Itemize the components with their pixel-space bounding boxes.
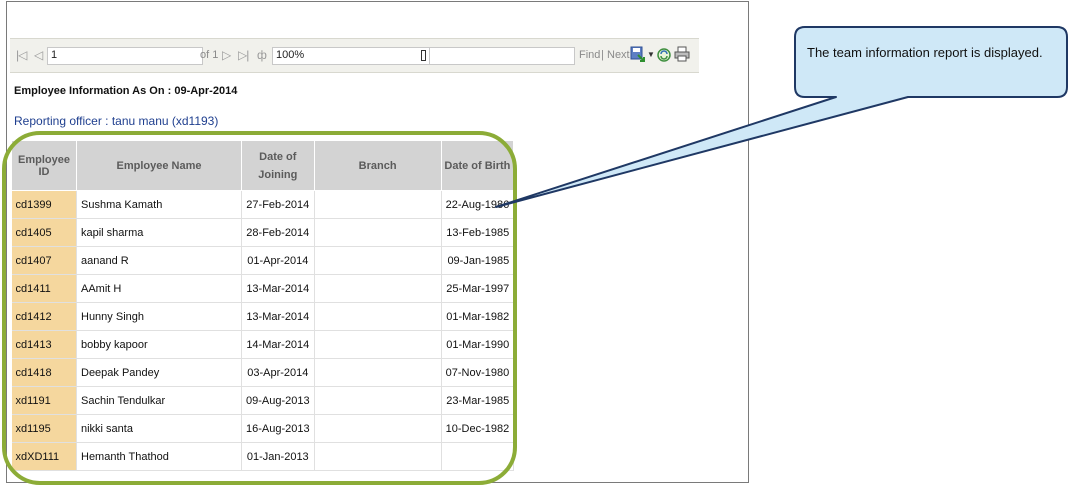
- employee-id-cell: cd1418: [11, 358, 77, 387]
- find-input[interactable]: [429, 47, 575, 65]
- date-of-birth-cell: 10-Dec-1982: [441, 414, 515, 443]
- date-of-joining-cell: 09-Aug-2013: [241, 386, 315, 415]
- reporting-officer: Reporting officer : tanu manu (xd1193): [14, 114, 219, 128]
- employee-id-cell: cd1399: [11, 190, 77, 219]
- date-of-birth-cell: 07-Nov-1980: [441, 358, 515, 387]
- date-of-birth-cell: 01-Mar-1982: [441, 302, 515, 331]
- employee-id-cell: xd1191: [11, 386, 77, 415]
- table-row: xd1195 nikki santa 16-Aug-2013 10-Dec-1982: [11, 414, 515, 443]
- next-page-icon[interactable]: ▷: [222, 48, 231, 62]
- employee-name-cell: AAmit H: [76, 274, 242, 303]
- table-header-row: Employee ID Employee Name Date of Joinin…: [11, 140, 515, 191]
- table-row: cd1407 aanand R 01-Apr-2014 09-Jan-1985: [11, 246, 515, 275]
- employee-id-cell: cd1412: [11, 302, 77, 331]
- employee-name-cell: kapil sharma: [76, 218, 242, 247]
- zoom-dropdown-handle[interactable]: [421, 50, 426, 61]
- page-count-label: of 1: [200, 49, 219, 61]
- table-row: cd1411 AAmit H 13-Mar-2014 25-Mar-1997: [11, 274, 515, 303]
- table-row: cd1413 bobby kapoor 14-Mar-2014 01-Mar-1990: [11, 330, 515, 359]
- date-of-joining-cell: 28-Feb-2014: [241, 218, 315, 247]
- first-page-icon[interactable]: |◁: [16, 48, 27, 62]
- column-header-branch: Branch: [313, 140, 442, 191]
- table-row: xdXD111 Hemanth Thathod 01-Jan-2013: [11, 442, 515, 471]
- date-of-birth-cell: 13-Feb-1985: [441, 218, 515, 247]
- column-header-date-of-birth: Date of Birth: [440, 140, 515, 191]
- report-toolbar: |◁ ◁ 1 of 1 ▷ ▷| ф 100% Find | Next ▼: [10, 38, 699, 73]
- date-of-joining-cell: 03-Apr-2014: [241, 358, 315, 387]
- date-of-joining-cell: 13-Mar-2014: [241, 302, 315, 331]
- branch-cell: [314, 246, 442, 275]
- next-link[interactable]: Next: [607, 49, 630, 61]
- date-of-joining-cell: 01-Jan-2013: [241, 442, 315, 471]
- export-icon[interactable]: [630, 45, 646, 68]
- dropdown-arrow-icon[interactable]: ▼: [647, 50, 655, 59]
- refresh-arrow-icon[interactable]: ф: [257, 48, 267, 62]
- table-row: cd1405 kapil sharma 28-Feb-2014 13-Feb-1985: [11, 218, 515, 247]
- employee-id-cell: cd1407: [11, 246, 77, 275]
- refresh-icon[interactable]: [656, 46, 672, 69]
- date-of-birth-cell: 25-Mar-1997: [441, 274, 515, 303]
- branch-cell: [314, 386, 442, 415]
- column-header-employee-id: Employee ID: [11, 140, 77, 191]
- print-icon[interactable]: [674, 45, 690, 68]
- branch-cell: [314, 302, 442, 331]
- column-header-date-of-joining: Date of Joining: [241, 140, 315, 191]
- employee-name-cell: Deepak Pandey: [76, 358, 242, 387]
- date-of-birth-cell: 22-Aug-1986: [441, 190, 515, 219]
- branch-cell: [314, 358, 442, 387]
- date-of-joining-cell: 27-Feb-2014: [241, 190, 315, 219]
- table-row: cd1412 Hunny Singh 13-Mar-2014 01-Mar-1982: [11, 302, 515, 331]
- employee-id-cell: cd1413: [11, 330, 77, 359]
- branch-cell: [314, 218, 442, 247]
- branch-cell: [314, 330, 442, 359]
- date-of-birth-cell: 23-Mar-1985: [441, 386, 515, 415]
- branch-cell: [314, 414, 442, 443]
- date-of-joining-cell: 16-Aug-2013: [241, 414, 315, 443]
- date-of-joining-cell: 13-Mar-2014: [241, 274, 315, 303]
- callout-text: The team information report is displayed…: [807, 45, 1043, 60]
- last-page-icon[interactable]: ▷|: [238, 48, 249, 62]
- column-header-employee-name: Employee Name: [76, 140, 242, 191]
- zoom-select[interactable]: 100%: [272, 47, 430, 65]
- branch-cell: [314, 442, 442, 471]
- branch-cell: [314, 274, 442, 303]
- find-link[interactable]: Find: [579, 49, 600, 61]
- zoom-value: 100%: [276, 49, 305, 61]
- date-of-birth-cell: [441, 442, 515, 471]
- table-row: cd1418 Deepak Pandey 03-Apr-2014 07-Nov-198…: [11, 358, 515, 387]
- date-of-joining-cell: 14-Mar-2014: [241, 330, 315, 359]
- employee-name-cell: Sachin Tendulkar: [76, 386, 242, 415]
- date-of-joining-cell: 01-Apr-2014: [241, 246, 315, 275]
- employee-id-cell: cd1405: [11, 218, 77, 247]
- employee-name-cell: bobby kapoor: [76, 330, 242, 359]
- employee-id-cell: cd1411: [11, 274, 77, 303]
- employee-name-cell: Hemanth Thathod: [76, 442, 242, 471]
- employee-name-cell: nikki santa: [76, 414, 242, 443]
- page-number-input[interactable]: 1: [47, 47, 203, 65]
- previous-page-icon[interactable]: ◁: [34, 48, 43, 62]
- table-row: xd1191 Sachin Tendulkar 09-Aug-2013 23-Mar-…: [11, 386, 515, 415]
- employee-id-cell: xd1195: [11, 414, 77, 443]
- report-title: Employee Information As On : 09-Apr-2014: [14, 85, 238, 97]
- table-row: cd1399 Sushma Kamath 27-Feb-2014 22-Aug-198…: [11, 190, 515, 219]
- employee-name-cell: aanand R: [76, 246, 242, 275]
- toolbar-separator: |: [601, 49, 604, 61]
- employee-id-cell: xdXD111: [11, 442, 77, 471]
- employee-table: Employee ID Employee Name Date of Joinin…: [11, 140, 515, 471]
- employee-name-cell: Sushma Kamath: [76, 190, 242, 219]
- branch-cell: [314, 190, 442, 219]
- date-of-birth-cell: 09-Jan-1985: [441, 246, 515, 275]
- date-of-birth-cell: 01-Mar-1990: [441, 330, 515, 359]
- employee-name-cell: Hunny Singh: [76, 302, 242, 331]
